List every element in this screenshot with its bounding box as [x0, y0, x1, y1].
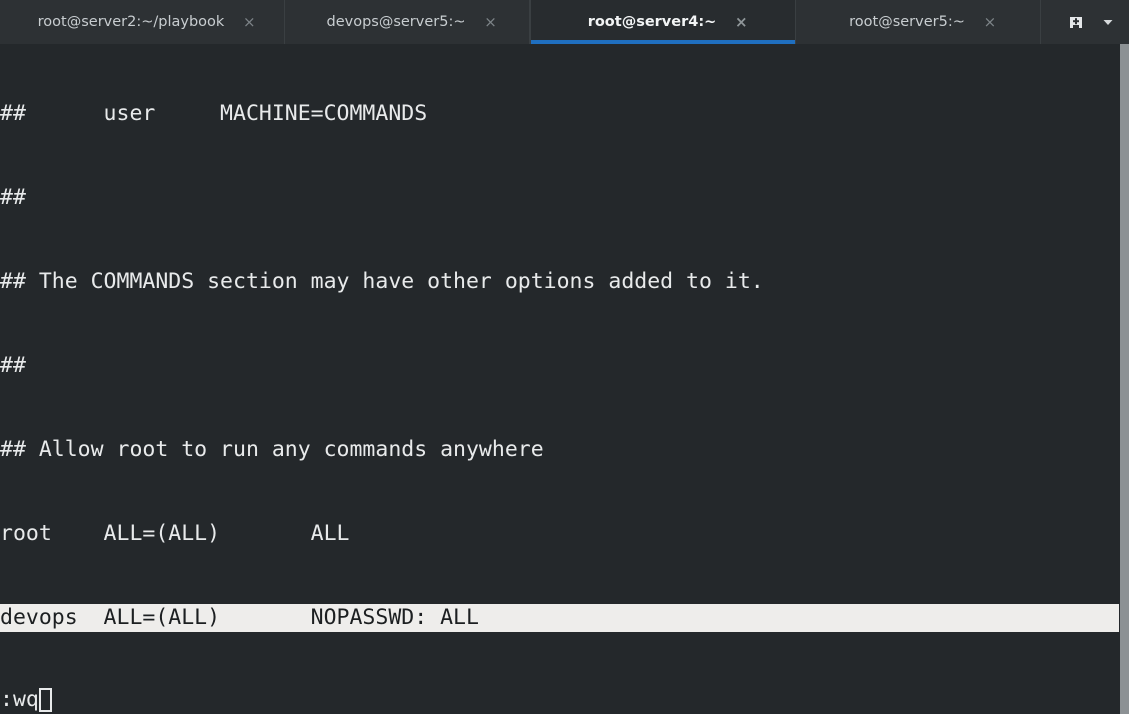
scrollbar-thumb[interactable]: [1120, 44, 1129, 714]
tab-bar: root@server2:~/playbook × devops@server5…: [0, 0, 1129, 44]
text-cursor: [38, 688, 52, 712]
terminal-line: ##: [0, 352, 1120, 380]
terminal-line-text: ## user MACHINE=COMMANDS: [0, 101, 428, 126]
tab-root-server5[interactable]: root@server5:~ ×: [796, 0, 1041, 44]
terminal-line-text: ##: [0, 185, 26, 210]
terminal-line-text: ## The COMMANDS section may have other o…: [0, 269, 764, 294]
tab-title: devops@server5:~: [326, 14, 466, 30]
close-icon[interactable]: ×: [979, 14, 1001, 30]
tab-title: root@server4:~: [587, 14, 717, 30]
vim-command-text: :wq: [0, 687, 39, 712]
close-icon[interactable]: ×: [480, 14, 502, 30]
terminal-view[interactable]: ## user MACHINE=COMMANDS ## ## The COMMA…: [0, 44, 1129, 714]
terminal-line-text: devops ALL=(ALL) NOPASSWD: ALL: [0, 604, 1119, 632]
close-icon[interactable]: ×: [238, 14, 260, 30]
tab-bar-spacer: [1041, 0, 1059, 44]
tab-root-server4[interactable]: root@server4:~ ×: [530, 0, 796, 44]
new-tab-icon[interactable]: [1061, 7, 1091, 37]
terminal-line-text: ## Allow root to run any commands anywhe…: [0, 437, 544, 462]
chevron-down-icon[interactable]: [1093, 7, 1123, 37]
terminal-line-text: ##: [0, 353, 26, 378]
vim-command-line[interactable]: :wq: [0, 686, 52, 714]
tab-bar-actions: [1059, 0, 1129, 44]
terminal-line: root ALL=(ALL) ALL: [0, 520, 1120, 548]
tab-title: root@server5:~: [849, 14, 965, 30]
tab-root-server2[interactable]: root@server2:~/playbook ×: [0, 0, 285, 44]
terminal-line: ##: [0, 184, 1120, 212]
close-icon[interactable]: ×: [730, 14, 752, 30]
terminal-line-selected: devops ALL=(ALL) NOPASSWD: ALL: [0, 604, 1120, 632]
tab-title: root@server2:~/playbook: [37, 14, 225, 30]
terminal-line: ## user MACHINE=COMMANDS: [0, 100, 1120, 128]
terminal-line-text: root ALL=(ALL) ALL: [0, 521, 350, 546]
terminal-line: ## Allow root to run any commands anywhe…: [0, 436, 1120, 464]
terminal-scrollbar[interactable]: [1120, 44, 1129, 714]
terminal-line: ## The COMMANDS section may have other o…: [0, 268, 1120, 296]
tab-devops-server5[interactable]: devops@server5:~ ×: [285, 0, 530, 44]
terminal-screen[interactable]: ## user MACHINE=COMMANDS ## ## The COMMA…: [0, 44, 1120, 714]
